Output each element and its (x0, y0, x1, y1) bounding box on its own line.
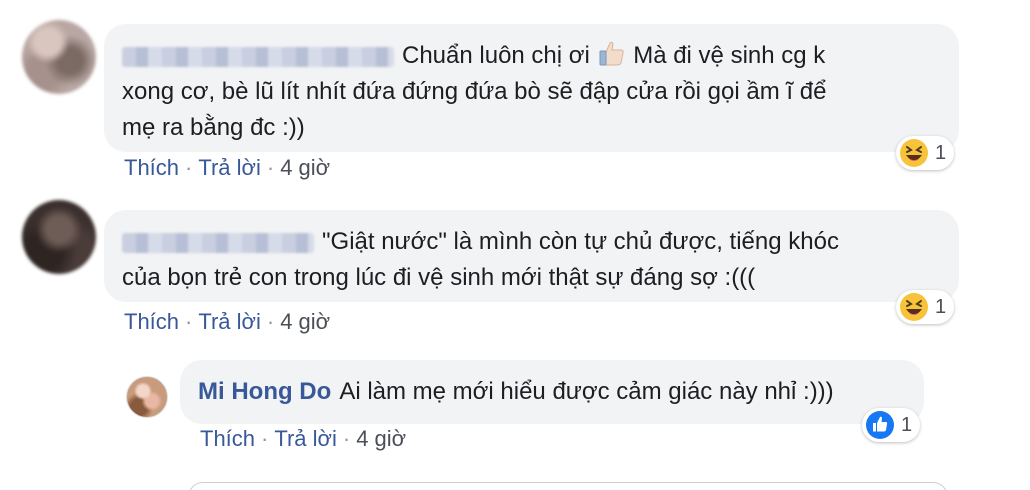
separator: · (261, 426, 269, 451)
timestamp[interactable]: 4 giờ (280, 309, 330, 334)
comment-text: Chuẩn luôn chị ơi (402, 42, 590, 69)
timestamp[interactable]: 4 giờ (280, 155, 330, 180)
separator: · (342, 426, 351, 451)
reply-link[interactable]: Trả lời (198, 309, 261, 334)
reply-link[interactable]: Trả lời (198, 155, 261, 180)
commenter-avatar-blurred[interactable] (22, 200, 96, 274)
comment-bubble: Chuẩn luôn chị ơi Mà đi vệ sinh cg k xon… (104, 24, 959, 152)
thumbs-up-emoji (599, 41, 624, 66)
commenter-name-blurred[interactable] (122, 46, 394, 67)
reply-avatar[interactable] (126, 376, 168, 418)
comment-line: Chuẩn luôn chị ơi Mà đi vệ sinh cg k (122, 38, 941, 74)
like-link[interactable]: Thích (124, 309, 179, 334)
commenter-name-blurred[interactable] (122, 232, 314, 253)
reply-link[interactable]: Trả lời (274, 426, 337, 451)
reply-text: Ai làm mẹ mới hiểu được cảm giác này nhỉ… (339, 378, 834, 405)
reaction-count: 1 (935, 141, 947, 164)
laugh-icon (900, 293, 928, 321)
timestamp[interactable]: 4 giờ (356, 426, 406, 451)
reply-bubble: Mi Hong Do Ai làm mẹ mới hiểu được cảm gi… (180, 360, 924, 424)
commenter-avatar-blurred[interactable] (22, 20, 96, 94)
comment-thread: Chuẩn luôn chị ơi Mà đi vệ sinh cg k xon… (0, 0, 1030, 490)
reaction-summary[interactable]: 1 (862, 408, 921, 442)
separator: · (185, 155, 193, 180)
comment-line: mẹ ra bằng đc :)) (122, 114, 305, 141)
separator: · (266, 155, 275, 180)
reaction-count: 1 (901, 413, 913, 436)
reply-actions: Thích · Trả lời · 4 giờ (200, 426, 406, 452)
like-icon (866, 411, 894, 439)
separator: · (266, 309, 275, 334)
reaction-summary[interactable]: 1 (896, 136, 955, 170)
reply-input-box[interactable] (188, 482, 948, 490)
laugh-icon (900, 139, 928, 167)
comment-bubble: "Giật nước" là mình còn tự chủ được, tiế… (104, 210, 959, 302)
comment-line: "Giật nước" là mình còn tự chủ được, tiế… (122, 224, 941, 260)
comment-actions: Thích · Trả lời · 4 giờ (124, 155, 330, 181)
separator: · (185, 309, 193, 334)
like-link[interactable]: Thích (124, 155, 179, 180)
reply-author-name[interactable]: Mi Hong Do (198, 378, 331, 405)
comment-line: xong cơ, bè lũ lít nhít đứa đứng đứa bò … (122, 78, 827, 105)
reaction-summary[interactable]: 1 (896, 290, 955, 324)
comment-line: của bọn trẻ con trong lúc đi vệ sinh mới… (122, 264, 756, 291)
like-link[interactable]: Thích (200, 426, 255, 451)
reaction-count: 1 (935, 295, 947, 318)
comment-text-continued: Mà đi vệ sinh cg k (633, 42, 826, 69)
comment-text: "Giật nước" là mình còn tự chủ được, tiế… (322, 228, 839, 255)
comment-actions: Thích · Trả lời · 4 giờ (124, 309, 330, 335)
